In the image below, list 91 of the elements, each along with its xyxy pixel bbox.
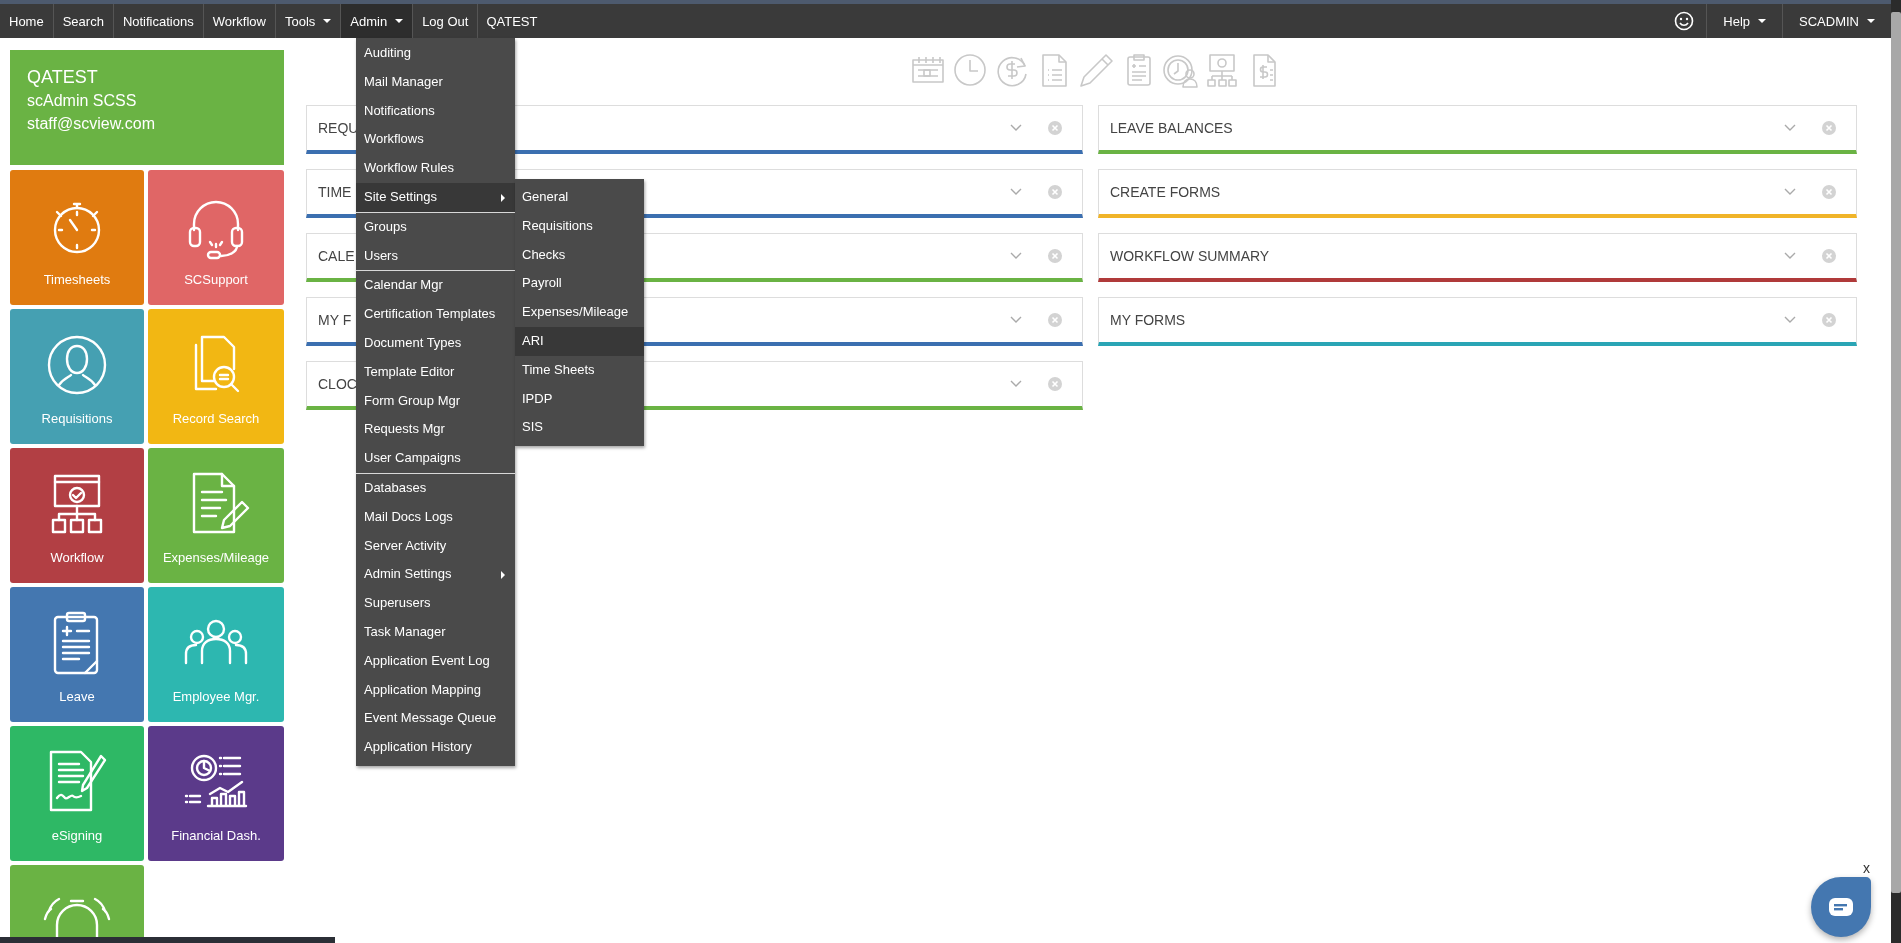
widget-title: TIME (317, 184, 352, 200)
chevron-down-icon[interactable] (1010, 316, 1022, 324)
widget-title: MY FORMS (1109, 312, 1186, 328)
close-icon[interactable] (1048, 313, 1062, 327)
menu-item[interactable]: Auditing (356, 39, 515, 68)
submenu-item[interactable]: ARI (515, 327, 644, 356)
submenu-item[interactable]: SIS (515, 413, 644, 443)
tile-label: Financial Dash. (171, 828, 261, 843)
menu-item[interactable]: Calendar Mgr (356, 271, 515, 301)
nav-menu-item[interactable]: Search (53, 4, 114, 38)
chat-button[interactable] (1811, 877, 1871, 937)
chevron-down-icon[interactable] (1010, 252, 1022, 260)
nav-menu-item[interactable]: Admin (341, 4, 414, 38)
menu-item[interactable]: Task Manager (356, 617, 515, 647)
menu-item[interactable]: Databases (356, 473, 515, 503)
tile-label: Requisitions (41, 411, 113, 426)
close-icon[interactable] (1048, 249, 1062, 263)
menu-item[interactable]: Certification Templates (356, 300, 515, 329)
app-tile[interactable]: Financial Dash. (148, 726, 284, 861)
close-chat-button[interactable]: x (1863, 860, 1870, 876)
chevron-down-icon[interactable] (1784, 188, 1796, 196)
clock-person-icon[interactable] (1161, 52, 1198, 88)
widget-title: WORKFLOW SUMMARY (1109, 248, 1270, 264)
widget-title: LEAVE BALANCES (1109, 120, 1233, 136)
widget-title: CALE (317, 248, 355, 264)
smiley-icon[interactable] (1674, 11, 1695, 31)
submenu-item[interactable]: IPDP (515, 384, 644, 414)
profile-text: staff@scview.com (27, 114, 156, 134)
menu-item[interactable]: Application Mapping (356, 675, 515, 705)
nav-menu-item[interactable]: Workflow (203, 4, 276, 38)
menu-item[interactable]: Server Activity (356, 531, 515, 561)
nav-menu-item[interactable]: Home (0, 4, 54, 38)
close-icon[interactable] (1048, 185, 1062, 199)
close-icon[interactable] (1822, 185, 1836, 199)
menu-item[interactable]: Form Group Mgr (356, 386, 515, 416)
close-icon[interactable] (1048, 121, 1062, 135)
chevron-down-icon[interactable] (1784, 124, 1796, 132)
submenu-item[interactable]: Requisitions (515, 211, 644, 241)
chevron-down-icon[interactable] (1010, 124, 1022, 132)
submenu-item[interactable]: Time Sheets (515, 355, 644, 385)
menu-item[interactable]: Requests Mgr (356, 415, 515, 445)
close-icon[interactable] (1048, 377, 1062, 391)
widget-title: CLOC (317, 376, 357, 392)
tile-label: Employee Mgr. (172, 689, 260, 704)
close-icon[interactable] (1822, 249, 1836, 263)
tile-label: SCSupport (184, 272, 248, 287)
submenu-item[interactable]: Checks (515, 240, 644, 270)
menu-item[interactable]: Superusers (356, 589, 515, 618)
menu-item[interactable]: Mail Docs Logs (356, 502, 515, 532)
chevron-down-icon[interactable] (1784, 252, 1796, 260)
menu-item[interactable]: Workflow Rules (356, 154, 515, 183)
submenu-item[interactable]: Payroll (515, 269, 644, 299)
menu-item[interactable]: Admin Settings (356, 560, 515, 590)
menu-item[interactable]: Notifications (356, 96, 515, 126)
tile-label: Expenses/Mileage (162, 550, 270, 565)
organization-name: QATEST (485, 12, 539, 31)
app-tile[interactable]: Leave (10, 587, 144, 722)
widget-title: CREATE FORMS (1109, 184, 1221, 200)
tile-label: Workflow (50, 550, 104, 565)
menu-item[interactable]: Groups (356, 212, 515, 242)
chevron-down-icon[interactable] (1784, 316, 1796, 324)
close-icon[interactable] (1822, 121, 1836, 135)
profile-text: scAdmin SCSS (27, 91, 138, 111)
clock-icon[interactable] (951, 52, 988, 88)
profile-text: QATEST (27, 66, 99, 89)
menu-item[interactable]: Users (356, 241, 515, 271)
widget-title: MY F (317, 312, 352, 328)
menu-item[interactable]: Application History (356, 733, 515, 762)
nav-menu-item[interactable]: Help (1706, 4, 1783, 38)
menu-item[interactable]: Mail Manager (356, 67, 515, 97)
menu-item[interactable]: User Campaigns (356, 444, 515, 473)
tile-label: Record Search (172, 411, 260, 426)
submenu-item[interactable]: Expenses/Mileage (515, 298, 644, 327)
menu-item[interactable]: Document Types (356, 328, 515, 358)
pencil-icon[interactable] (1077, 52, 1114, 88)
menu-item[interactable]: Application Event Log (356, 646, 515, 676)
menu-item[interactable]: Workflows (356, 125, 515, 155)
chevron-down-icon[interactable] (1010, 380, 1022, 388)
tile-label: Timesheets (43, 272, 111, 287)
app-tile[interactable]: Workflow (10, 448, 144, 583)
tile-label: eSigning (51, 828, 103, 843)
submenu-item[interactable]: General (515, 183, 644, 212)
chevron-down-icon[interactable] (1010, 188, 1022, 196)
chat-icon (1829, 898, 1853, 916)
tile-label: Leave (59, 689, 95, 704)
scrollbar[interactable] (1891, 0, 1901, 943)
close-icon[interactable] (1822, 313, 1836, 327)
menu-item[interactable]: Site Settings (356, 183, 515, 212)
menu-item[interactable]: Template Editor (356, 357, 515, 387)
menu-item[interactable]: Event Message Queue (356, 704, 515, 734)
nav-menu-item[interactable]: Notifications (113, 4, 204, 38)
